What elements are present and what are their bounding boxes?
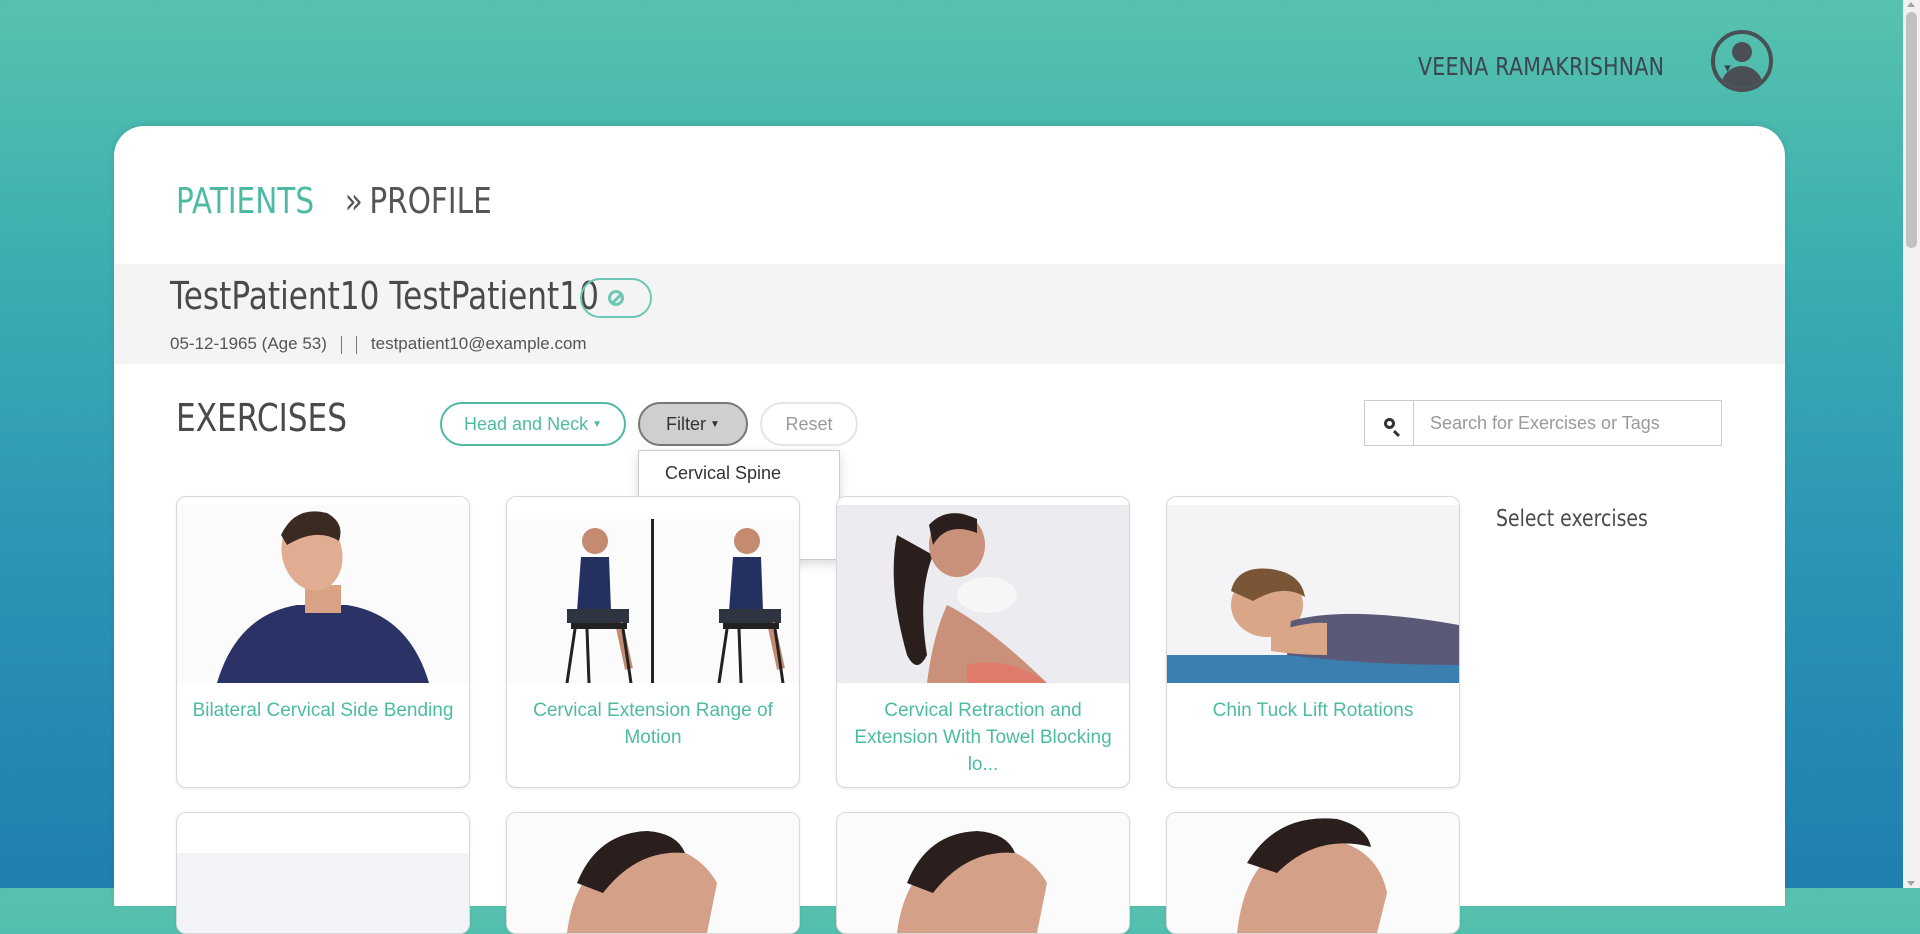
deactivate-button[interactable] (580, 278, 652, 318)
category-dropdown-button[interactable]: Head and Neck ▼ (440, 402, 626, 446)
user-menu[interactable]: VEENA RAMAKRISHNAN ▾ (1418, 52, 1731, 82)
exercise-card-title: Cervical Retraction and Extension With T… (854, 700, 1112, 775)
breadcrumb-current: PROFILE (369, 181, 493, 222)
patient-info: 05-12-1965 (Age 53) testpatient10@example… (170, 334, 587, 354)
exercise-thumbnail (507, 519, 799, 683)
exercise-thumbnail (177, 505, 469, 683)
avatar-icon[interactable] (1711, 30, 1773, 92)
exercise-card[interactable]: Cervical Retraction and Extension With T… (836, 496, 1130, 788)
patient-dob: 05-12-1965 (Age 53) (170, 334, 327, 353)
exercise-card[interactable]: Chin Tuck Lift Rotations (1166, 496, 1460, 788)
breadcrumb-patients-link[interactable]: PATIENTS (176, 181, 314, 222)
exercise-card-title: Cervical Extension Range of Motion (533, 700, 773, 748)
patient-email: testpatient10@example.com (370, 334, 587, 353)
caret-down-icon: ▼ (592, 418, 602, 430)
filter-dropdown-button[interactable]: Filter ▼ (638, 402, 748, 446)
divider (340, 335, 342, 354)
breadcrumb-separator: » (345, 181, 364, 222)
divider (355, 335, 357, 354)
exercise-card[interactable] (836, 812, 1130, 934)
scrollbar[interactable] (1903, 0, 1920, 888)
filter-option-cervical-spine[interactable]: Cervical Spine (639, 457, 839, 489)
scroll-down-icon[interactable] (1907, 881, 1915, 886)
exercise-card-title: Chin Tuck Lift Rotations (1212, 700, 1414, 721)
patient-header: TestPatient10 TestPatient10 05-12-1965 (… (114, 264, 1785, 364)
exercise-thumbnail (507, 813, 799, 933)
scrollbar-thumb[interactable] (1906, 12, 1917, 248)
user-name: VEENA RAMAKRISHNAN (1418, 52, 1665, 81)
patient-name: TestPatient10 TestPatient10 (170, 274, 599, 318)
ban-icon (608, 290, 624, 306)
exercise-card[interactable]: Bilateral Cervical Side Bending (176, 496, 470, 788)
scroll-up-icon[interactable] (1907, 2, 1915, 7)
select-exercises-heading: Select exercises (1496, 506, 1648, 532)
exercise-card-title: Bilateral Cervical Side Bending (192, 700, 454, 721)
exercise-thumbnail (837, 505, 1129, 683)
search-input[interactable] (1414, 401, 1721, 445)
exercises-title: EXERCISES (176, 396, 348, 440)
exercise-card[interactable] (506, 812, 800, 934)
filter-label: Filter (666, 413, 707, 434)
caret-down-icon: ▼ (710, 418, 720, 430)
exercise-thumbnail (1167, 505, 1459, 683)
exercise-thumbnail (837, 813, 1129, 933)
exercise-thumbnail (177, 813, 469, 933)
reset-button[interactable]: Reset (760, 402, 858, 446)
exercise-card[interactable] (1166, 812, 1460, 934)
main-card: PATIENTS » PROFILE TestPatient10 TestPatie… (114, 126, 1785, 934)
search-icon (1383, 417, 1395, 429)
breadcrumb: PATIENTS » PROFILE (176, 180, 528, 222)
category-label: Head and Neck (464, 413, 589, 434)
exercise-thumbnail (1167, 813, 1459, 933)
search-bar (1364, 400, 1722, 446)
exercise-card[interactable] (176, 812, 470, 934)
search-button[interactable] (1365, 401, 1414, 445)
reset-label: Reset (785, 413, 833, 434)
exercise-card[interactable]: Cervical Extension Range of Motion (506, 496, 800, 788)
